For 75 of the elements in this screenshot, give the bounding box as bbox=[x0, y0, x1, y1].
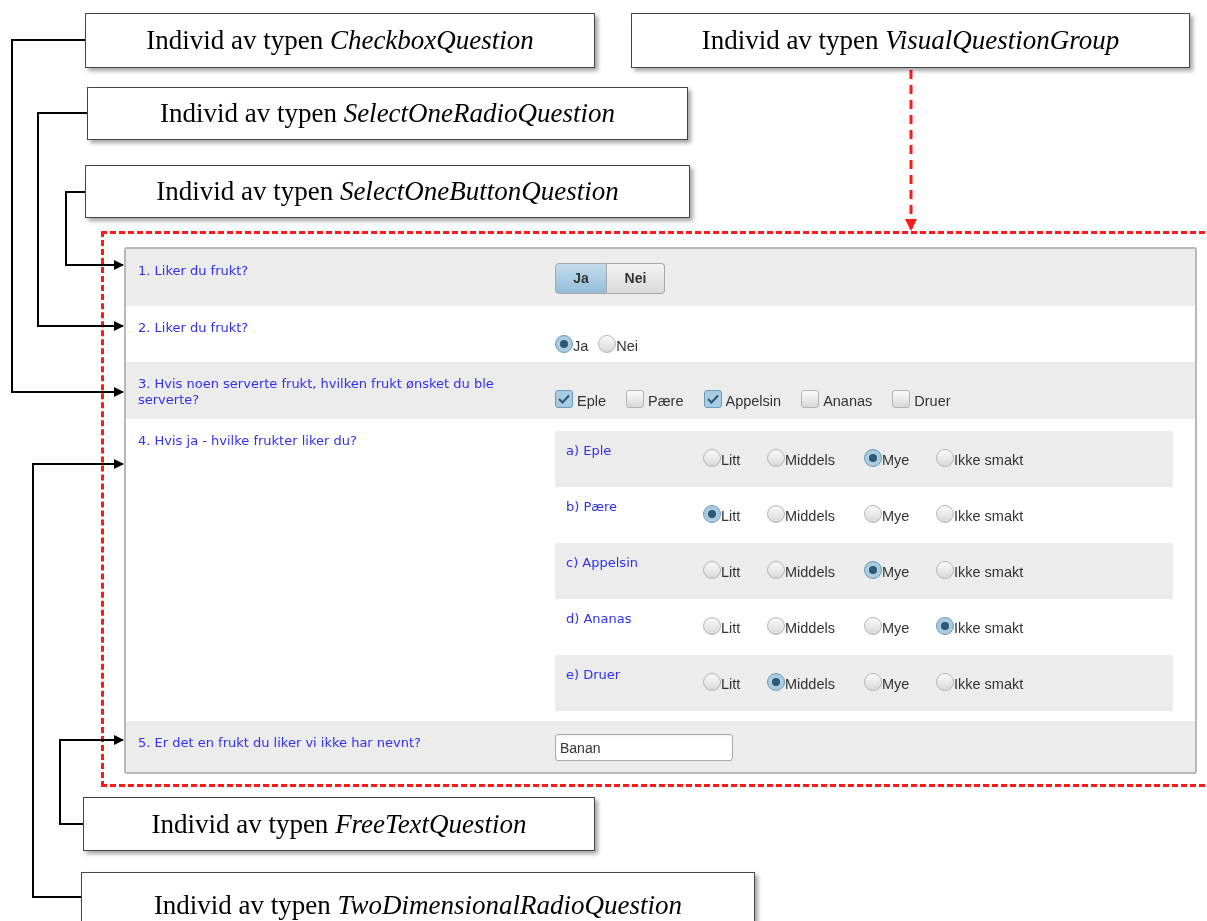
option-label: Litt bbox=[721, 451, 741, 469]
radio-button[interactable] bbox=[864, 617, 882, 635]
option-label: Ikke smakt bbox=[954, 675, 1024, 693]
option-label: Mye bbox=[882, 563, 910, 581]
row-label: d) Ananas bbox=[565, 610, 633, 627]
question-label: 1. Liker du frukt? bbox=[137, 262, 250, 279]
radio-button[interactable] bbox=[936, 673, 954, 691]
radio-button[interactable] bbox=[864, 449, 882, 467]
option-label: Middels bbox=[785, 451, 835, 469]
option-label: Mye bbox=[882, 675, 910, 693]
callout-text: Individ av typen SelectOneRadioQuestion bbox=[159, 97, 616, 131]
callout-text: Individ av typen CheckboxQuestion bbox=[146, 24, 534, 58]
row-label: b) Pære bbox=[565, 498, 619, 515]
option-label: Middels bbox=[785, 675, 835, 693]
radio-button[interactable] bbox=[864, 561, 882, 579]
radio-button[interactable] bbox=[936, 561, 954, 579]
radio-button[interactable] bbox=[555, 335, 573, 353]
option-label: Mye bbox=[882, 507, 910, 525]
option-label: Middels bbox=[785, 507, 835, 525]
checkbox[interactable] bbox=[703, 390, 722, 408]
callout-text: Individ av typen SelectOneButtonQuestion bbox=[156, 175, 619, 209]
option-label: Ikke smakt bbox=[954, 451, 1024, 469]
option-label: Mye bbox=[882, 451, 910, 469]
checkmark-icon bbox=[706, 394, 719, 404]
option-label: Appelsin bbox=[725, 392, 782, 410]
checkbox[interactable] bbox=[892, 390, 911, 408]
row-label: a) Eple bbox=[565, 442, 613, 459]
radio-button[interactable] bbox=[767, 561, 785, 579]
option-label: Litt bbox=[721, 675, 741, 693]
radio-button[interactable] bbox=[767, 449, 785, 467]
radio-button[interactable] bbox=[767, 673, 785, 691]
option-label: Ja bbox=[573, 337, 589, 355]
checkbox[interactable] bbox=[555, 390, 573, 408]
checkbox[interactable] bbox=[626, 390, 645, 408]
radio-button[interactable] bbox=[703, 449, 721, 467]
question-label: 5. Er det en frukt du liker vi ikke har nevnt? bbox=[137, 734, 422, 751]
radio-button[interactable] bbox=[703, 673, 721, 691]
option-label: Litt bbox=[721, 507, 741, 525]
option-label: Ananas bbox=[823, 392, 873, 410]
option-label: Druer bbox=[914, 392, 951, 410]
radio-button[interactable] bbox=[936, 449, 954, 467]
toggle-button[interactable]: Ja bbox=[555, 263, 607, 294]
row-label: e) Druer bbox=[565, 666, 622, 683]
radio-button[interactable] bbox=[767, 617, 785, 635]
radio-button[interactable] bbox=[936, 617, 954, 635]
callout-text: Individ av typen FreeTextQuestion bbox=[151, 807, 527, 841]
radio-button[interactable] bbox=[767, 505, 785, 523]
row-label: c) Appelsin bbox=[565, 554, 639, 571]
input-field[interactable]: Banan bbox=[555, 734, 733, 761]
radio-button[interactable] bbox=[703, 505, 721, 523]
checkbox[interactable] bbox=[801, 390, 820, 408]
radio-button[interactable] bbox=[703, 561, 721, 579]
option-label: Middels bbox=[785, 619, 835, 637]
question-label: 3. Hvis noen serverte frukt, hvilken frukt ønsket du ble serverte? bbox=[137, 375, 495, 408]
callout-text: Individ av typen VisualQuestionGroup bbox=[701, 24, 1120, 58]
option-label: Ikke smakt bbox=[954, 563, 1024, 581]
option-label: Eple bbox=[577, 392, 607, 410]
checkmark-icon bbox=[558, 394, 570, 404]
option-label: Mye bbox=[882, 619, 910, 637]
radio-button[interactable] bbox=[864, 505, 882, 523]
radio-button[interactable] bbox=[598, 335, 617, 353]
option-label: Ikke smakt bbox=[954, 507, 1024, 525]
radio-button[interactable] bbox=[936, 505, 954, 523]
option-label: Middels bbox=[785, 563, 835, 581]
radio-button[interactable] bbox=[703, 617, 721, 635]
option-label: Litt bbox=[721, 563, 741, 581]
option-label: Pære bbox=[648, 392, 684, 410]
option-label: Nei bbox=[616, 337, 639, 355]
callout-text: Individ av typen TwoDimensionalRadioQuestion bbox=[153, 889, 683, 921]
question-label: 2. Liker du frukt? bbox=[137, 319, 250, 336]
toggle-button[interactable]: Nei bbox=[607, 263, 665, 294]
radio-button[interactable] bbox=[864, 673, 882, 691]
option-label: Litt bbox=[721, 619, 741, 637]
question-label: 4. Hvis ja - hvilke frukter liker du? bbox=[137, 432, 358, 449]
option-label: Ikke smakt bbox=[954, 619, 1024, 637]
